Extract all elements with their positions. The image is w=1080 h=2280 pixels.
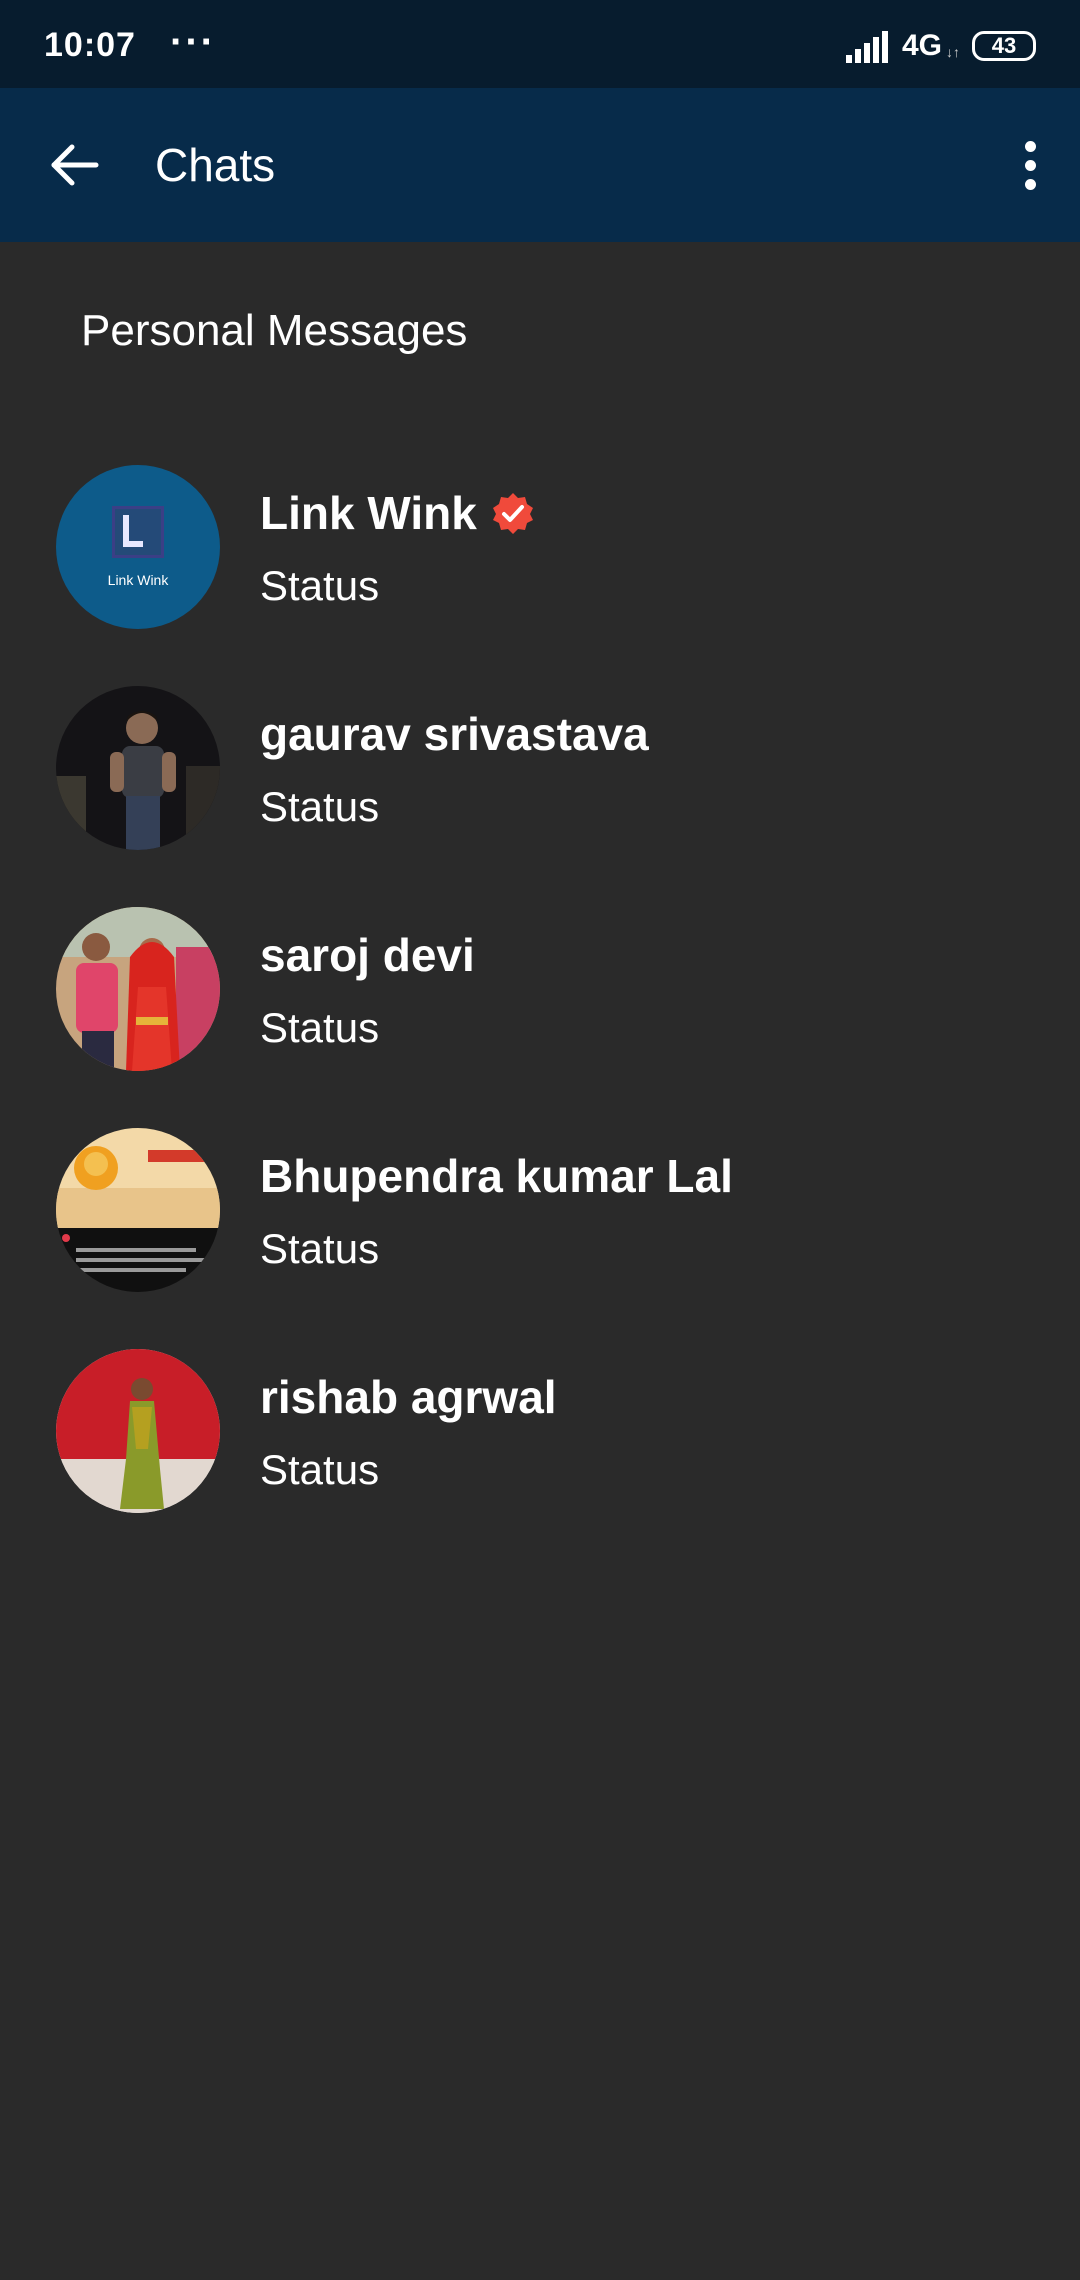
chat-status: Status — [260, 562, 380, 609]
page-title: Chats — [155, 139, 276, 191]
chat-name: rishab agrwal — [260, 1371, 557, 1423]
chat-item-saroj-devi[interactable]: saroj devi Status — [0, 892, 1080, 1113]
section-title: Personal Messages — [81, 306, 468, 355]
network-type: 4G — [901, 29, 942, 62]
more-vertical-icon-dot — [1024, 159, 1036, 171]
status-bar: 10:07 ··· 4G ↓↑ 43 — [0, 0, 1080, 88]
couple-photo-icon — [56, 907, 220, 1071]
chat-item-bhupendra-kumar-lal[interactable]: Bhupendra kumar Lal Status — [0, 1113, 1080, 1334]
signal-icon — [845, 31, 888, 63]
chat-item-rishab-agrwal[interactable]: rishab agrwal Status — [0, 1334, 1080, 1555]
avatar[interactable] — [56, 1349, 220, 1513]
logo-stroke — [123, 541, 143, 547]
chat-name-row: Link Wink — [260, 486, 535, 540]
chat-name: Bhupendra kumar Lal — [260, 1150, 733, 1202]
battery-level: 43 — [991, 33, 1017, 58]
chat-item-link-wink[interactable]: Link Wink Link Wink Status — [0, 450, 1080, 671]
chat-status: Status — [260, 1446, 380, 1493]
more-options-button[interactable] — [1000, 128, 1060, 202]
person-saree-photo-icon — [56, 1349, 220, 1513]
chat-status: Status — [260, 1004, 380, 1051]
chat-name: Link Wink — [260, 487, 477, 539]
status-time: 10:07 — [44, 26, 136, 64]
chat-name: saroj devi — [260, 929, 475, 981]
chat-name: gaurav srivastava — [260, 708, 649, 760]
chat-item-gaurav-srivastava[interactable]: gaurav srivastava Status — [0, 671, 1080, 892]
back-button[interactable] — [40, 133, 110, 197]
avatar[interactable]: Link Wink — [56, 465, 220, 629]
avatar[interactable] — [56, 686, 220, 850]
avatar[interactable] — [56, 1128, 220, 1292]
link-wink-logo-icon — [112, 506, 164, 558]
app-bar: Chats — [0, 88, 1080, 242]
post-screenshot-icon — [56, 1128, 220, 1292]
back-arrow-icon — [51, 144, 99, 186]
network-activity-icon: ↓↑ — [946, 44, 960, 60]
more-vertical-icon — [1024, 140, 1036, 152]
person-photo-icon — [56, 686, 220, 850]
more-vertical-icon-dot — [1024, 178, 1036, 190]
avatar[interactable] — [56, 907, 220, 1071]
chat-status: Status — [260, 1225, 380, 1272]
battery-icon: 43 — [972, 31, 1036, 61]
status-indicators: 4G ↓↑ 43 — [845, 26, 1036, 66]
chat-status: Status — [260, 783, 380, 830]
notification-dots-icon: ··· — [170, 20, 216, 64]
chat-list: Link Wink Link Wink Status gaurav srivas… — [0, 450, 1080, 1555]
verified-badge-icon — [492, 493, 533, 534]
avatar-label: Link Wink — [107, 572, 169, 588]
